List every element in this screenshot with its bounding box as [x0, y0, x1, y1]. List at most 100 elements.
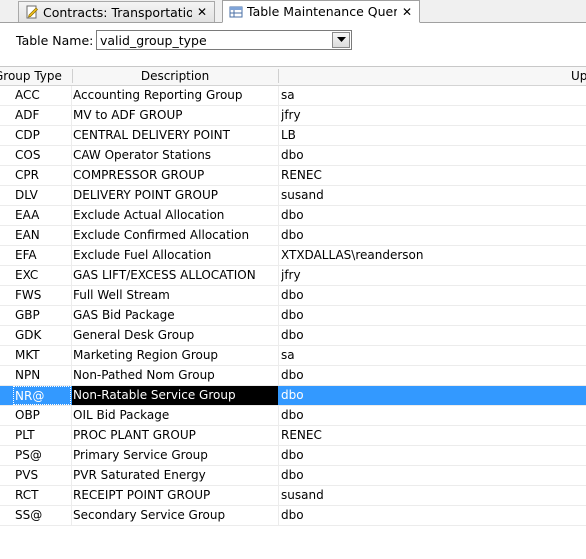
- group-type-cell[interactable]: NR@: [13, 386, 71, 405]
- table-row[interactable]: EFA Exclude Fuel Allocation XTXDALLAS\rean…: [0, 246, 586, 266]
- user-cell[interactable]: sa: [281, 86, 581, 105]
- description-cell[interactable]: GAS Bid Package: [73, 306, 277, 325]
- user-cell[interactable]: jfry: [281, 266, 581, 285]
- table-name-select[interactable]: valid_group_type: [96, 30, 352, 50]
- description-cell[interactable]: Exclude Actual Allocation: [73, 206, 277, 225]
- group-type-cell[interactable]: ADF: [15, 106, 70, 125]
- column-header-updated[interactable]: Up: [571, 67, 586, 85]
- group-type-cell[interactable]: COS: [15, 146, 70, 165]
- table-row[interactable]: GDK General Desk Group dbo: [0, 326, 586, 346]
- group-type-cell[interactable]: PS@: [15, 446, 70, 465]
- group-type-cell[interactable]: PVS: [15, 466, 70, 485]
- user-cell[interactable]: dbo: [281, 406, 581, 425]
- group-type-cell[interactable]: RCT: [15, 486, 70, 505]
- description-cell[interactable]: Non-Pathed Nom Group: [73, 366, 277, 385]
- user-cell[interactable]: susand: [281, 486, 581, 505]
- group-type-cell[interactable]: GDK: [15, 326, 70, 345]
- group-type-cell[interactable]: GBP: [15, 306, 70, 325]
- user-cell[interactable]: RENEC: [281, 166, 581, 185]
- cell-divider: [71, 266, 72, 285]
- table-row[interactable]: COS CAW Operator Stations dbo: [0, 146, 586, 166]
- user-cell[interactable]: XTXDALLAS\reanderson: [281, 246, 581, 265]
- table-row[interactable]: RCT RECEIPT POINT GROUP susand: [0, 486, 586, 506]
- table-row[interactable]: EAA Exclude Actual Allocation dbo: [0, 206, 586, 226]
- user-cell[interactable]: jfry: [281, 106, 581, 125]
- description-cell[interactable]: RECEIPT POINT GROUP: [73, 486, 277, 505]
- user-cell[interactable]: susand: [281, 186, 581, 205]
- close-icon[interactable]: ✕: [401, 6, 413, 18]
- group-type-cell[interactable]: NPN: [15, 366, 70, 385]
- user-cell[interactable]: RENEC: [281, 426, 581, 445]
- description-cell[interactable]: CAW Operator Stations: [73, 146, 277, 165]
- group-type-cell[interactable]: CPR: [15, 166, 70, 185]
- user-cell[interactable]: dbo: [281, 206, 581, 225]
- group-type-cell[interactable]: PLT: [15, 426, 70, 445]
- description-cell[interactable]: GAS LIFT/EXCESS ALLOCATION: [73, 266, 277, 285]
- group-type-cell[interactable]: OBP: [15, 406, 70, 425]
- group-type-cell[interactable]: CDP: [15, 126, 70, 145]
- column-header-user[interactable]: [279, 67, 569, 85]
- table-row[interactable]: EXC GAS LIFT/EXCESS ALLOCATION jfry: [0, 266, 586, 286]
- table-row[interactable]: NPN Non-Pathed Nom Group dbo: [0, 366, 586, 386]
- table-row[interactable]: EAN Exclude Confirmed Allocation dbo: [0, 226, 586, 246]
- description-cell[interactable]: Non-Ratable Service Group: [72, 386, 278, 405]
- user-cell[interactable]: dbo: [281, 306, 581, 325]
- group-type-cell[interactable]: ACC: [15, 86, 70, 105]
- group-type-cell[interactable]: EAN: [15, 226, 70, 245]
- user-cell[interactable]: dbo: [281, 286, 581, 305]
- user-cell[interactable]: dbo: [281, 146, 581, 165]
- description-cell[interactable]: Exclude Fuel Allocation: [73, 246, 277, 265]
- table-row[interactable]: PLT PROC PLANT GROUP RENEC: [0, 426, 586, 446]
- description-cell[interactable]: MV to ADF GROUP: [73, 106, 277, 125]
- user-cell[interactable]: dbo: [281, 446, 581, 465]
- description-cell[interactable]: COMPRESSOR GROUP: [73, 166, 277, 185]
- description-cell[interactable]: DELIVERY POINT GROUP: [73, 186, 277, 205]
- group-type-cell[interactable]: EFA: [15, 246, 70, 265]
- table-row[interactable]: NR@ Non-Ratable Service Group dbo: [0, 386, 586, 406]
- description-cell[interactable]: Primary Service Group: [73, 446, 277, 465]
- table-row[interactable]: CPR COMPRESSOR GROUP RENEC: [0, 166, 586, 186]
- description-cell[interactable]: PROC PLANT GROUP: [73, 426, 277, 445]
- description-cell[interactable]: Accounting Reporting Group: [73, 86, 277, 105]
- table-row[interactable]: DLV DELIVERY POINT GROUP susand: [0, 186, 586, 206]
- table-row[interactable]: CDP CENTRAL DELIVERY POINT LB: [0, 126, 586, 146]
- close-icon[interactable]: ✕: [196, 6, 208, 18]
- description-cell[interactable]: Full Well Stream: [73, 286, 277, 305]
- group-type-cell[interactable]: SS@: [15, 506, 70, 525]
- description-cell[interactable]: General Desk Group: [73, 326, 277, 345]
- user-cell[interactable]: dbo: [281, 366, 581, 385]
- description-cell[interactable]: OIL Bid Package: [73, 406, 277, 425]
- description-cell[interactable]: PVR Saturated Energy: [73, 466, 277, 485]
- column-header-group-type[interactable]: Group Type: [0, 67, 72, 85]
- description-cell[interactable]: CENTRAL DELIVERY POINT: [73, 126, 277, 145]
- group-type-cell[interactable]: EAA: [15, 206, 70, 225]
- description-cell[interactable]: Secondary Service Group: [73, 506, 277, 525]
- user-cell[interactable]: dbo: [281, 326, 581, 345]
- user-cell[interactable]: dbo: [281, 466, 581, 485]
- description-cell[interactable]: Marketing Region Group: [73, 346, 277, 365]
- tab-contracts-transportation[interactable]: Contracts: Transportation ✕: [18, 1, 215, 22]
- group-type-cell[interactable]: MKT: [15, 346, 70, 365]
- cell-divider: [278, 166, 279, 185]
- user-cell[interactable]: dbo: [281, 506, 581, 525]
- table-row[interactable]: PVS PVR Saturated Energy dbo: [0, 466, 586, 486]
- table-row[interactable]: FWS Full Well Stream dbo: [0, 286, 586, 306]
- user-cell[interactable]: LB: [281, 126, 581, 145]
- description-cell[interactable]: Exclude Confirmed Allocation: [73, 226, 277, 245]
- table-row[interactable]: GBP GAS Bid Package dbo: [0, 306, 586, 326]
- table-row[interactable]: MKT Marketing Region Group sa: [0, 346, 586, 366]
- tab-table-maintenance-query[interactable]: Table Maintenance Query ✕: [222, 0, 420, 23]
- user-cell[interactable]: sa: [281, 346, 581, 365]
- table-row[interactable]: ACC Accounting Reporting Group sa: [0, 86, 586, 106]
- group-type-cell[interactable]: DLV: [15, 186, 70, 205]
- user-cell[interactable]: dbo: [281, 386, 581, 405]
- table-row[interactable]: PS@ Primary Service Group dbo: [0, 446, 586, 466]
- table-row[interactable]: OBP OIL Bid Package dbo: [0, 406, 586, 426]
- column-header-description[interactable]: Description: [73, 67, 277, 85]
- group-type-cell[interactable]: EXC: [15, 266, 70, 285]
- user-cell[interactable]: dbo: [281, 226, 581, 245]
- table-row[interactable]: SS@ Secondary Service Group dbo: [0, 506, 586, 526]
- chevron-down-icon[interactable]: [332, 32, 350, 48]
- group-type-cell[interactable]: FWS: [15, 286, 70, 305]
- table-row[interactable]: ADF MV to ADF GROUP jfry: [0, 106, 586, 126]
